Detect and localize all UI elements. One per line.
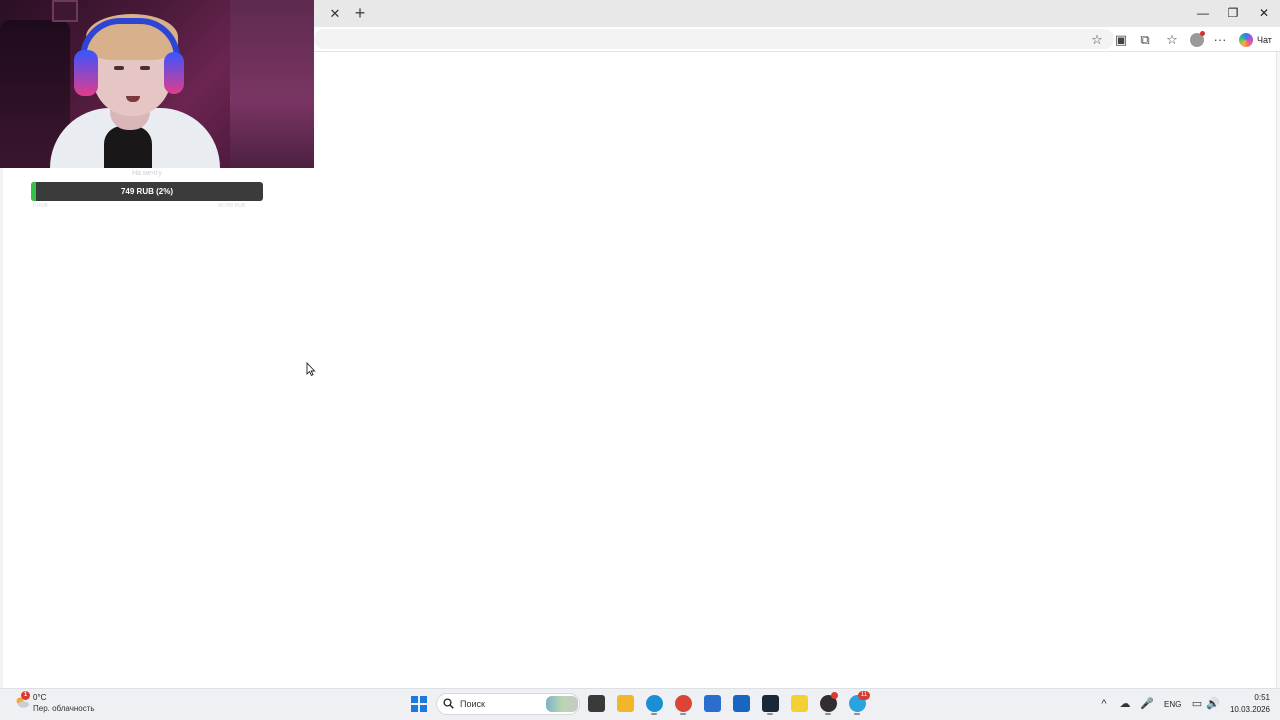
taskbar: [0, 688, 1280, 720]
volume-icon[interactable]: 🔊: [1206, 697, 1220, 711]
profile-notification-dot: [1200, 31, 1205, 36]
donation-goal-min: 0 RUB: [33, 203, 48, 209]
donation-goal-progress: 749 RUB (2%): [120, 187, 173, 196]
close-window-icon[interactable]: ✕: [1253, 4, 1275, 22]
favorites-icon[interactable]: ☆: [1164, 32, 1180, 48]
donation-goal-max: 40 000 RUB: [218, 203, 246, 209]
search-highlight-image: [546, 696, 578, 712]
game-app-icon[interactable]: [791, 695, 808, 712]
microphone-icon[interactable]: 🎤: [1140, 697, 1154, 711]
donation-goal-title: На мечту: [132, 170, 162, 177]
file-manager-app-icon[interactable]: [588, 695, 605, 712]
running-indicator: [825, 713, 831, 715]
clock-time[interactable]: 0:51: [1250, 693, 1270, 702]
windows-logo-icon: [411, 705, 418, 712]
steam-app-icon[interactable]: [762, 695, 779, 712]
webcam-tshirt: [104, 126, 152, 168]
webcam-earcup-right: [164, 52, 184, 94]
donation-goal-bar: 749 RUB (2%): [31, 182, 263, 201]
running-indicator: [854, 713, 860, 715]
running-indicator: [767, 713, 773, 715]
running-indicator: [651, 713, 657, 715]
extensions-icon[interactable]: ⧉: [1137, 32, 1153, 48]
webcam-background: [230, 0, 314, 168]
windows-logo-icon: [420, 705, 427, 712]
star-icon[interactable]: ☆: [1089, 32, 1105, 48]
weather-temperature[interactable]: 0°C: [33, 693, 46, 702]
search-placeholder[interactable]: Поиск: [460, 699, 485, 709]
outlook-app-icon[interactable]: [733, 695, 750, 712]
webcam-earcup-left: [74, 50, 98, 96]
windows-logo-icon: [420, 696, 427, 703]
start-button[interactable]: [411, 696, 427, 712]
chrome-app-icon[interactable]: [675, 695, 692, 712]
clock-date[interactable]: 10.03.2026: [1226, 705, 1270, 714]
screenshot-icon[interactable]: ▣: [1113, 32, 1129, 48]
edge-app-icon[interactable]: [646, 695, 663, 712]
search-icon: [443, 698, 454, 709]
webcam-poster: [52, 0, 78, 22]
language-indicator[interactable]: ENG: [1164, 700, 1181, 709]
mouse-cursor-icon: [306, 362, 316, 376]
windows-logo-icon: [411, 696, 418, 703]
running-indicator: [680, 713, 686, 715]
more-icon[interactable]: ···: [1212, 32, 1228, 48]
webcam-eye-left: [114, 66, 124, 70]
webcam-overlay: [0, 0, 314, 168]
screen: ✕ + — ❐ ✕ ☆ ▣ ⧉ ☆ ··· Чат На мечту 749 R…: [0, 0, 1280, 720]
minimize-icon[interactable]: —: [1192, 4, 1214, 22]
tab-close-icon[interactable]: ✕: [327, 6, 343, 22]
scrollbar[interactable]: [1276, 52, 1280, 688]
folder-app-icon[interactable]: [617, 695, 634, 712]
copilot-icon[interactable]: [1239, 33, 1253, 47]
recording-indicator: [831, 692, 838, 699]
weather-description[interactable]: Пер. облачность: [33, 704, 95, 713]
tray-chevron-icon[interactable]: ^: [1097, 697, 1111, 711]
webcam-eye-right: [140, 66, 150, 70]
tray-cloud-icon[interactable]: ☁: [1118, 697, 1132, 711]
telegram-unread-badge: 11: [858, 691, 870, 700]
weather-alert-badge: 1: [21, 691, 30, 700]
network-icon[interactable]: ▭: [1190, 697, 1204, 711]
address-bar[interactable]: [314, 29, 1114, 49]
chat-label[interactable]: Чат: [1257, 35, 1272, 45]
maximize-icon[interactable]: ❐: [1222, 4, 1244, 22]
store-app-icon[interactable]: [704, 695, 721, 712]
new-tab-icon[interactable]: +: [351, 4, 369, 22]
